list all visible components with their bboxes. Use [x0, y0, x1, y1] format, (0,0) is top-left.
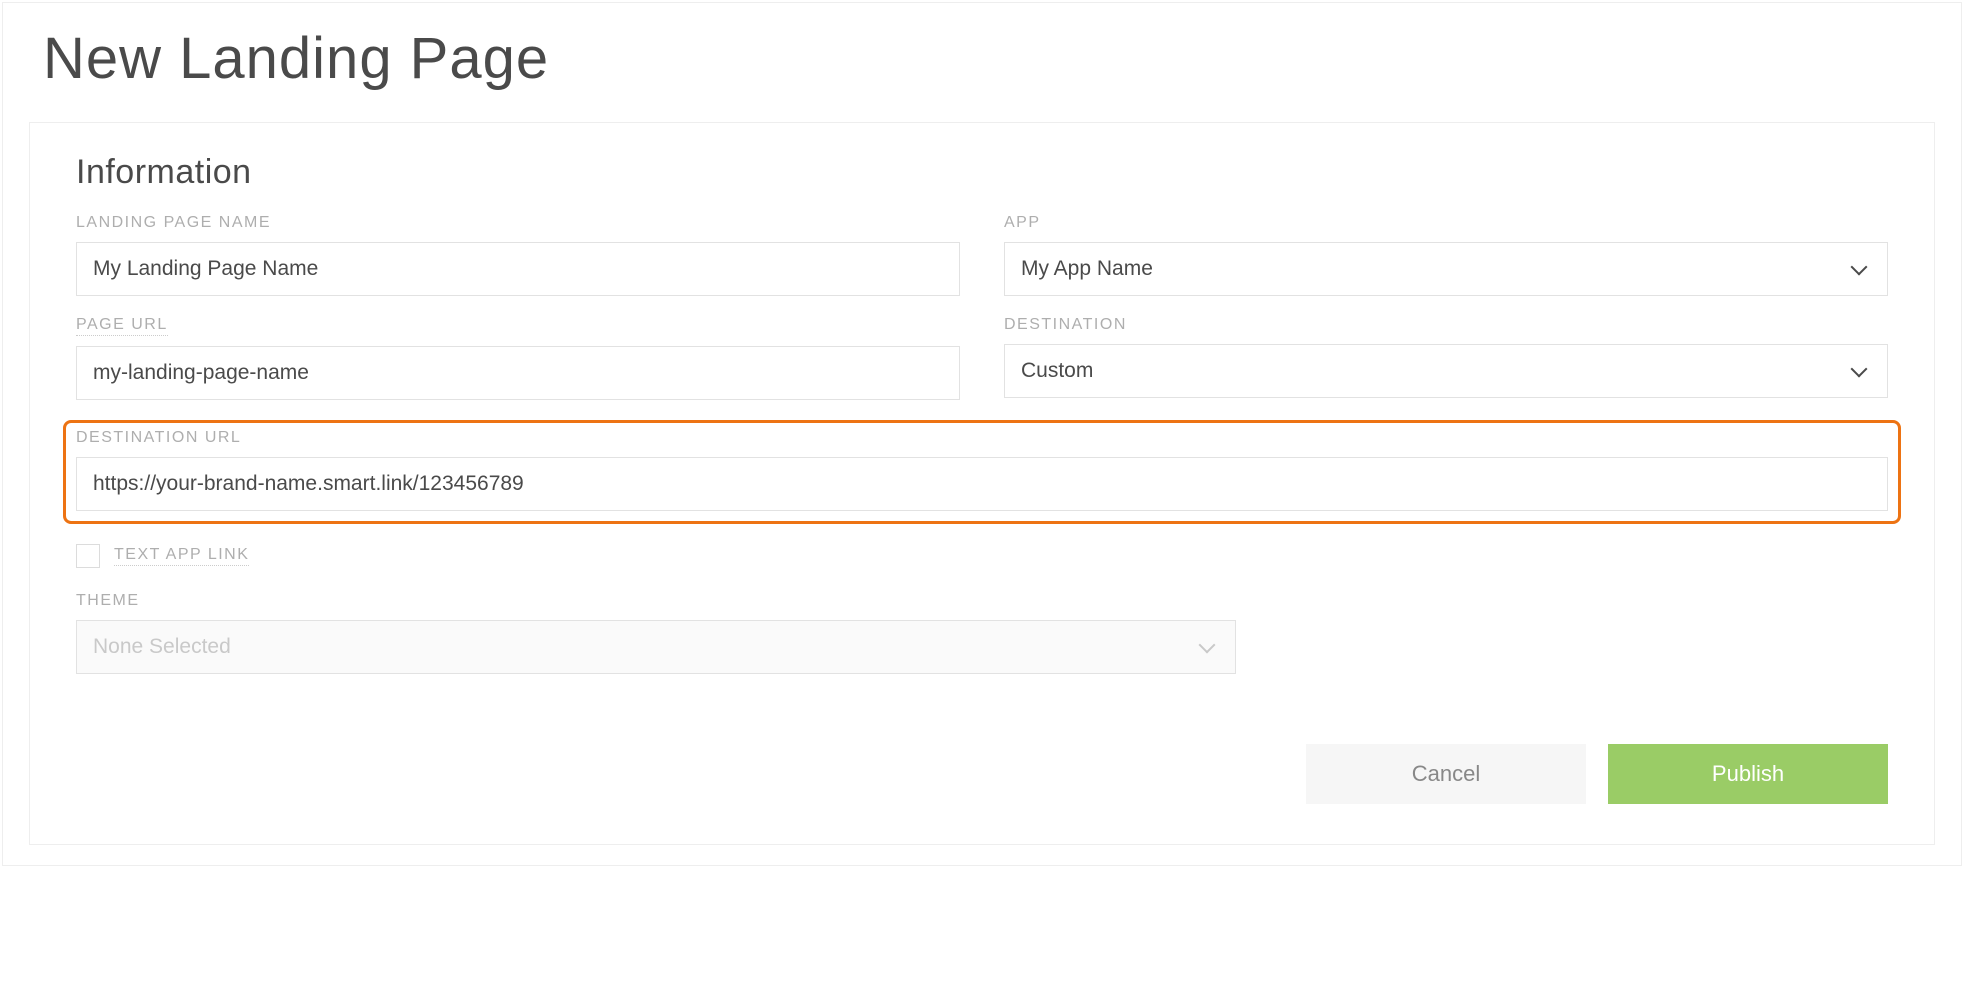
publish-button[interactable]: Publish — [1608, 744, 1888, 804]
cancel-button[interactable]: Cancel — [1306, 744, 1586, 804]
page-url-label: PAGE URL — [76, 316, 168, 336]
app-select[interactable]: My App Name — [1004, 242, 1888, 296]
section-title: Information — [76, 153, 1888, 192]
landing-page-name-label: LANDING PAGE NAME — [76, 214, 960, 232]
landing-page-name-input[interactable] — [76, 242, 960, 296]
app-select-value: My App Name — [1021, 257, 1153, 281]
chevron-down-icon — [1851, 259, 1868, 276]
destination-url-highlight: DESTINATION URL — [63, 420, 1901, 524]
page-url-input[interactable] — [76, 346, 960, 400]
theme-select[interactable]: None Selected — [76, 620, 1236, 674]
page-title: New Landing Page — [3, 3, 1961, 122]
text-app-link-checkbox[interactable] — [76, 544, 100, 568]
chevron-down-icon — [1851, 361, 1868, 378]
theme-select-value: None Selected — [93, 635, 231, 659]
destination-select-value: Custom — [1021, 359, 1093, 383]
destination-label: DESTINATION — [1004, 316, 1888, 334]
information-panel: Information LANDING PAGE NAME APP My App… — [29, 122, 1935, 845]
theme-label: THEME — [76, 592, 1236, 610]
text-app-link-label: TEXT APP LINK — [114, 546, 249, 566]
destination-select[interactable]: Custom — [1004, 344, 1888, 398]
destination-url-label: DESTINATION URL — [76, 429, 1888, 447]
app-label: APP — [1004, 214, 1888, 232]
destination-url-input[interactable] — [76, 457, 1888, 511]
chevron-down-icon — [1198, 637, 1215, 654]
